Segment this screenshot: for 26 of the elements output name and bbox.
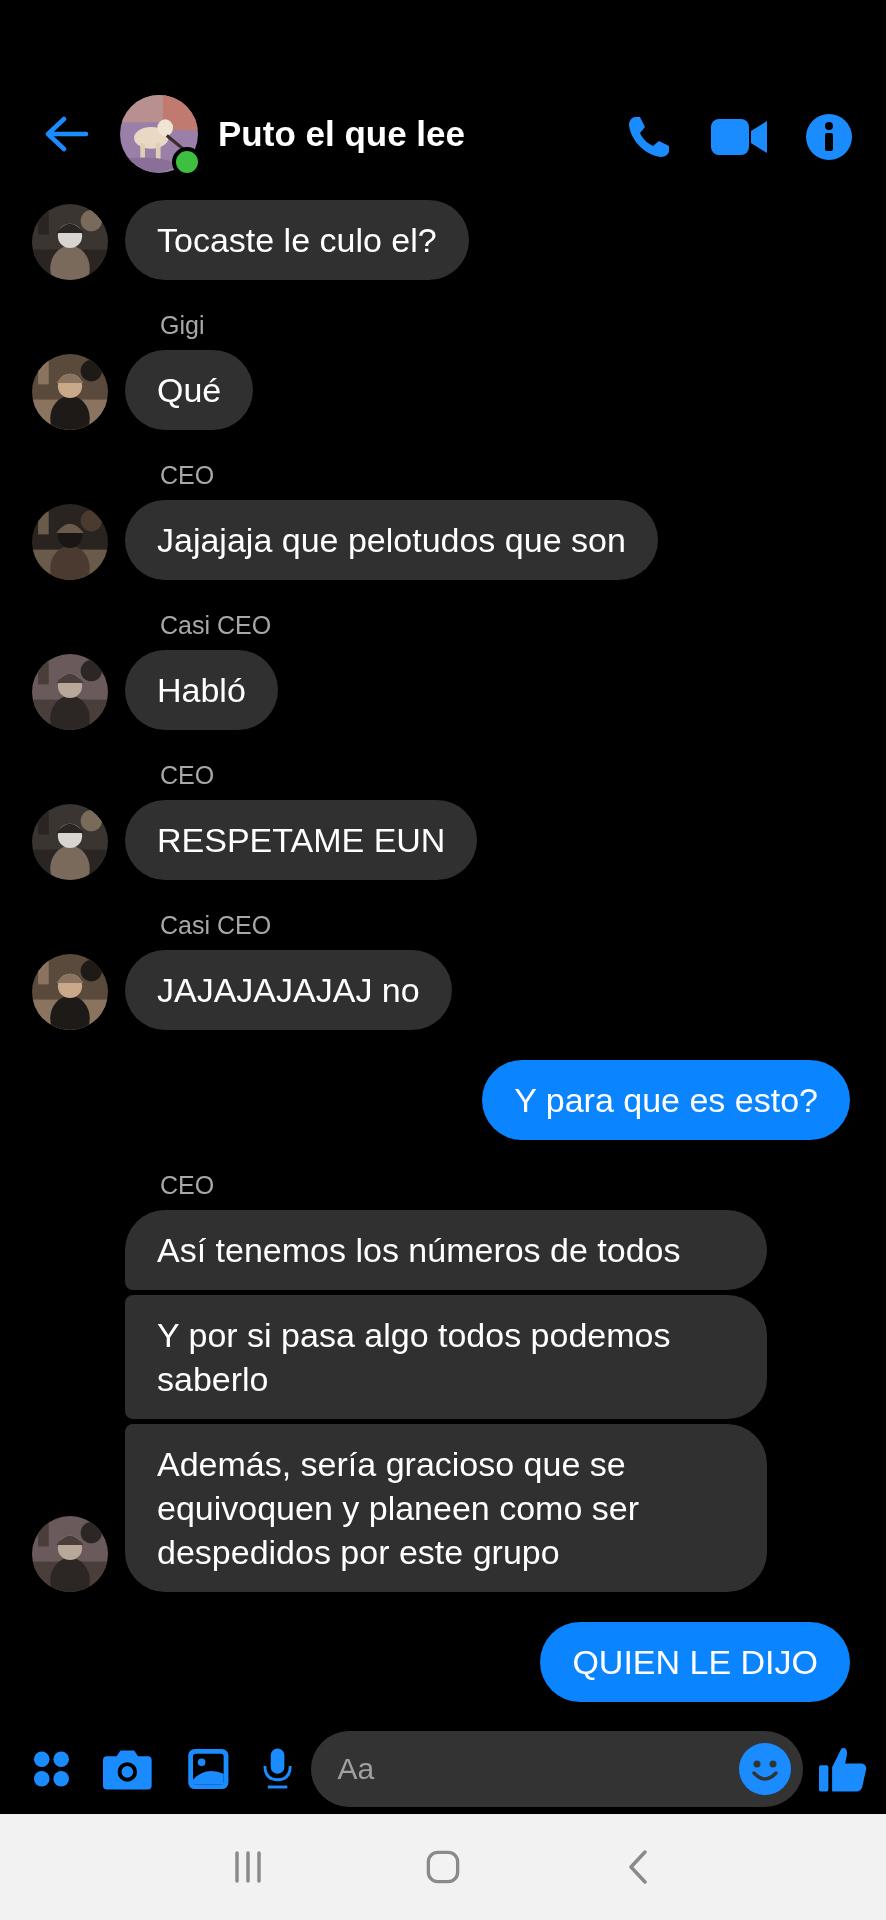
video-camera-icon[interactable] [711,117,767,157]
sender-name: CEO [160,1170,216,1200]
message-bubble: Y por si pasa algo todos podemos saberlo [125,1295,767,1419]
sender-name: Casi CEO [160,610,273,640]
message-bubble: Jajajaja que pelotudos que son [125,500,658,580]
microphone-icon[interactable] [262,1748,294,1790]
info-icon[interactable] [805,113,853,161]
sender-name: CEO [160,760,216,790]
message-bubble: JAJAJAJAJAJ no [125,950,452,1030]
message-bubble: QUIEN LE DIJO [540,1622,850,1702]
message-bubble: Qué [125,350,254,430]
sender-name: Gigi [160,310,206,340]
message-bubble: Además, sería gracioso que se equivoquen y planeen como ser despedidos por este grupo [125,1424,767,1592]
menu-dots-icon[interactable] [32,1749,71,1789]
message-bubble: Tocaste le culo el? [125,200,469,280]
emoji-icon[interactable] [739,1743,792,1795]
message-bubble: RESPETAME EUN [125,800,478,880]
sender-name: Casi CEO [160,910,273,940]
message-bubble: Habló [125,650,278,730]
back-arrow-icon[interactable] [44,116,88,152]
sender-name: CEO [160,460,216,490]
chat-title: Puto el que lee [218,114,465,154]
message-bubble: Así tenemos los números de todos [125,1210,767,1290]
message-input-field[interactable]: Aa [311,1731,804,1807]
home-icon[interactable] [426,1850,460,1884]
message-bubble: Y para que es esto? [482,1060,850,1140]
